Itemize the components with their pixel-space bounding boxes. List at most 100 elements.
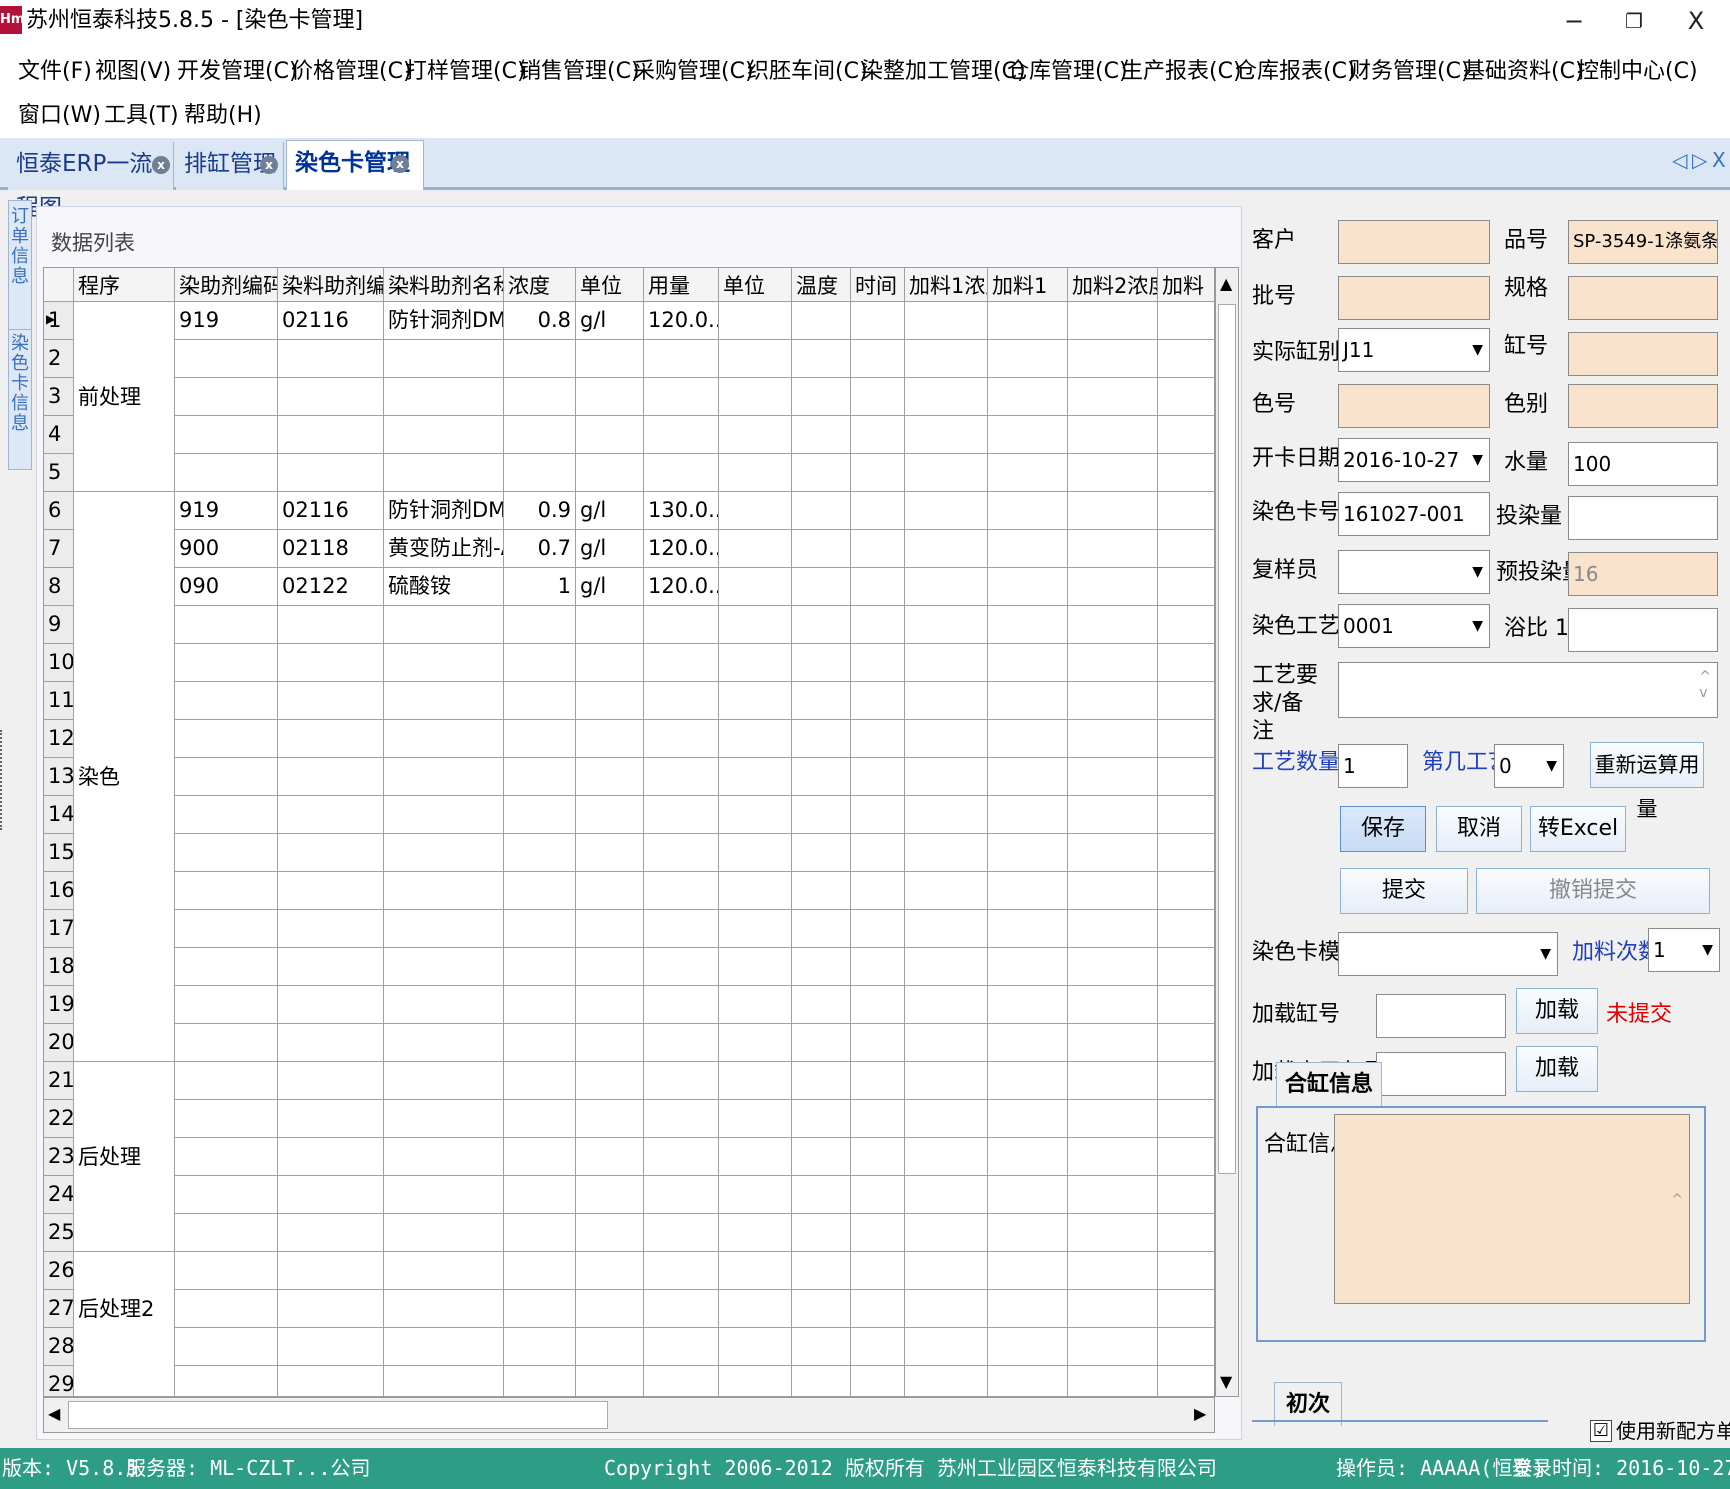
grid-cell[interactable] bbox=[1158, 416, 1214, 454]
grid-cell[interactable] bbox=[1068, 606, 1158, 644]
grid-cell[interactable] bbox=[384, 416, 504, 454]
grid-cell[interactable] bbox=[576, 720, 644, 758]
spec-field[interactable] bbox=[1568, 276, 1718, 320]
grid-cell[interactable] bbox=[278, 454, 384, 492]
grid-cell[interactable] bbox=[905, 1100, 988, 1138]
grid-cell[interactable] bbox=[905, 378, 988, 416]
grid-cell[interactable] bbox=[644, 1366, 719, 1396]
grid-cell[interactable] bbox=[1068, 910, 1158, 948]
grid-cell[interactable] bbox=[644, 796, 719, 834]
grid-cell[interactable] bbox=[278, 682, 384, 720]
grid-cell[interactable] bbox=[792, 416, 851, 454]
excel-button[interactable]: 转Excel bbox=[1530, 806, 1626, 852]
grid-cell[interactable]: 1 bbox=[504, 568, 576, 606]
grid-cell[interactable] bbox=[175, 1252, 278, 1290]
dye-qty-field[interactable] bbox=[1568, 496, 1718, 540]
tab-close-all-icon[interactable]: X bbox=[1712, 148, 1726, 172]
grid-cell[interactable] bbox=[504, 910, 576, 948]
grid-cell[interactable] bbox=[792, 910, 851, 948]
grid-cell[interactable] bbox=[644, 606, 719, 644]
close-tab-icon[interactable]: x bbox=[391, 155, 409, 173]
grid-cell[interactable] bbox=[851, 948, 905, 986]
grid-cell[interactable] bbox=[905, 302, 988, 340]
row-header[interactable]: 13 bbox=[44, 758, 74, 796]
grid-cell[interactable] bbox=[576, 378, 644, 416]
grid-cell[interactable] bbox=[278, 834, 384, 872]
grid-cell[interactable] bbox=[278, 986, 384, 1024]
grid-cell[interactable] bbox=[504, 378, 576, 416]
grid-cell[interactable] bbox=[1068, 1062, 1158, 1100]
grid-cell[interactable] bbox=[988, 302, 1068, 340]
side-tab-dye-card-info[interactable]: 染色卡信息 bbox=[9, 329, 31, 434]
grid-cell[interactable] bbox=[576, 416, 644, 454]
row-header[interactable]: 24 bbox=[44, 1176, 74, 1214]
grid-cell[interactable] bbox=[792, 302, 851, 340]
grid-cell[interactable] bbox=[576, 1290, 644, 1328]
grid-cell[interactable] bbox=[175, 1062, 278, 1100]
grid-cell[interactable] bbox=[504, 948, 576, 986]
grid-cell[interactable] bbox=[988, 416, 1068, 454]
grid-cell[interactable] bbox=[851, 796, 905, 834]
grid-cell[interactable] bbox=[905, 1176, 988, 1214]
grid-cell[interactable] bbox=[175, 416, 278, 454]
grid-cell[interactable]: 120.0... bbox=[644, 530, 719, 568]
grid-cell[interactable] bbox=[905, 948, 988, 986]
grid-cell[interactable] bbox=[504, 1024, 576, 1062]
grid-cell[interactable] bbox=[1158, 986, 1214, 1024]
grid-cell[interactable] bbox=[988, 644, 1068, 682]
grid-cell[interactable]: 090 bbox=[175, 568, 278, 606]
grid-cell[interactable] bbox=[175, 948, 278, 986]
grid-cell[interactable] bbox=[792, 454, 851, 492]
grid-cell[interactable] bbox=[988, 1024, 1068, 1062]
ratio-field[interactable] bbox=[1568, 608, 1718, 652]
grid-cell[interactable] bbox=[175, 758, 278, 796]
grid-cell[interactable] bbox=[851, 720, 905, 758]
program-cell[interactable]: 染色 bbox=[74, 492, 175, 1062]
grid-cell[interactable] bbox=[1158, 1138, 1214, 1176]
column-header[interactable]: 加料 bbox=[1158, 268, 1214, 302]
grid-cell[interactable] bbox=[644, 682, 719, 720]
tab-prev-icon[interactable]: ◁ bbox=[1672, 148, 1687, 172]
grid-cell[interactable] bbox=[576, 872, 644, 910]
row-header[interactable]: 11 bbox=[44, 682, 74, 720]
grid-cell[interactable] bbox=[384, 1062, 504, 1100]
grid-cell[interactable] bbox=[504, 1252, 576, 1290]
grid-cell[interactable] bbox=[851, 1214, 905, 1252]
row-header[interactable]: 22 bbox=[44, 1100, 74, 1138]
grid-cell[interactable] bbox=[1158, 530, 1214, 568]
grid-cell[interactable] bbox=[719, 644, 792, 682]
grid-cell[interactable] bbox=[278, 796, 384, 834]
grid-cell[interactable] bbox=[384, 606, 504, 644]
date-picker[interactable]: 2016-10-27 ▼ bbox=[1338, 438, 1490, 482]
grid-cell[interactable] bbox=[851, 1290, 905, 1328]
program-cell[interactable]: 后处理 bbox=[74, 1062, 175, 1252]
grid-cell[interactable] bbox=[278, 378, 384, 416]
grid-cell[interactable] bbox=[851, 530, 905, 568]
grid-cell[interactable] bbox=[278, 1366, 384, 1396]
grid-cell[interactable] bbox=[1158, 682, 1214, 720]
grid-cell[interactable] bbox=[851, 910, 905, 948]
grid-cell[interactable] bbox=[1068, 720, 1158, 758]
close-button[interactable]: X bbox=[1668, 2, 1724, 40]
grid-cell[interactable] bbox=[851, 1252, 905, 1290]
grid-cell[interactable] bbox=[1158, 1366, 1214, 1396]
grid-cell[interactable] bbox=[1158, 1252, 1214, 1290]
grid-cell[interactable] bbox=[175, 340, 278, 378]
grid-cell[interactable] bbox=[175, 1290, 278, 1328]
grid-cell[interactable] bbox=[719, 454, 792, 492]
new-recipe-checkbox[interactable]: ☑ bbox=[1590, 1420, 1612, 1442]
grid-cell[interactable] bbox=[576, 1176, 644, 1214]
grid-cell[interactable] bbox=[278, 340, 384, 378]
grid-cell[interactable] bbox=[719, 492, 792, 530]
grid-cell[interactable] bbox=[384, 872, 504, 910]
grid-cell[interactable] bbox=[384, 834, 504, 872]
grid-cell[interactable] bbox=[384, 986, 504, 1024]
batch-field[interactable] bbox=[1338, 276, 1490, 320]
grid-cell[interactable] bbox=[576, 644, 644, 682]
grid-cell[interactable] bbox=[644, 1214, 719, 1252]
color-type-field[interactable] bbox=[1568, 384, 1718, 428]
grid-cell[interactable]: g/l bbox=[576, 492, 644, 530]
grid-cell[interactable] bbox=[988, 454, 1068, 492]
grid-cell[interactable] bbox=[905, 568, 988, 606]
menu-view[interactable]: 视图(V) bbox=[95, 52, 171, 92]
